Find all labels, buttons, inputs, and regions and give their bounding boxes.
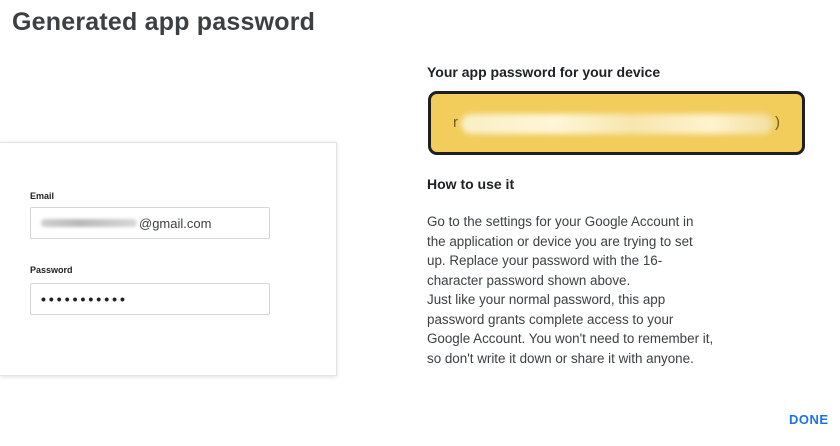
password-label: Password — [30, 265, 73, 275]
how-to-use-heading: How to use it — [427, 176, 515, 192]
instruction-line: Just like your normal password, this app — [427, 292, 666, 307]
instruction-line: password grants complete access to your — [427, 311, 674, 327]
instruction-line: up. Replace your password with the 16- — [427, 253, 663, 268]
password-field: ••••••••••• — [30, 283, 270, 315]
login-illustration: Email @gmail.com Password ••••••••••• — [0, 142, 337, 376]
app-password-box: r ) — [428, 91, 805, 155]
dialog-title: Generated app password — [12, 8, 316, 36]
done-button[interactable]: DONE — [789, 412, 829, 427]
email-label: Email — [30, 191, 55, 201]
email-field: @gmail.com — [30, 207, 270, 239]
password-value: ••••••••••• — [41, 291, 128, 307]
instruction-line: the application or device you are trying… — [427, 233, 693, 249]
password-end-glyph: ) — [775, 114, 780, 131]
instruction-line: Go to the settings for your Google Accou… — [427, 214, 694, 229]
instruction-line: Google Account. You won't need to rememb… — [427, 331, 714, 346]
app-password-heading: Your app password for your device — [427, 64, 661, 80]
password-start-glyph: r — [453, 114, 458, 131]
instruction-line: character password shown above. — [427, 272, 631, 288]
instruction-line: so don't write it down or share it with … — [427, 350, 694, 366]
instructions-text: Go to the settings for your Google Accou… — [427, 212, 837, 368]
redacted-username — [41, 219, 137, 227]
redacted-app-password — [461, 114, 773, 134]
email-value: @gmail.com — [139, 215, 212, 231]
